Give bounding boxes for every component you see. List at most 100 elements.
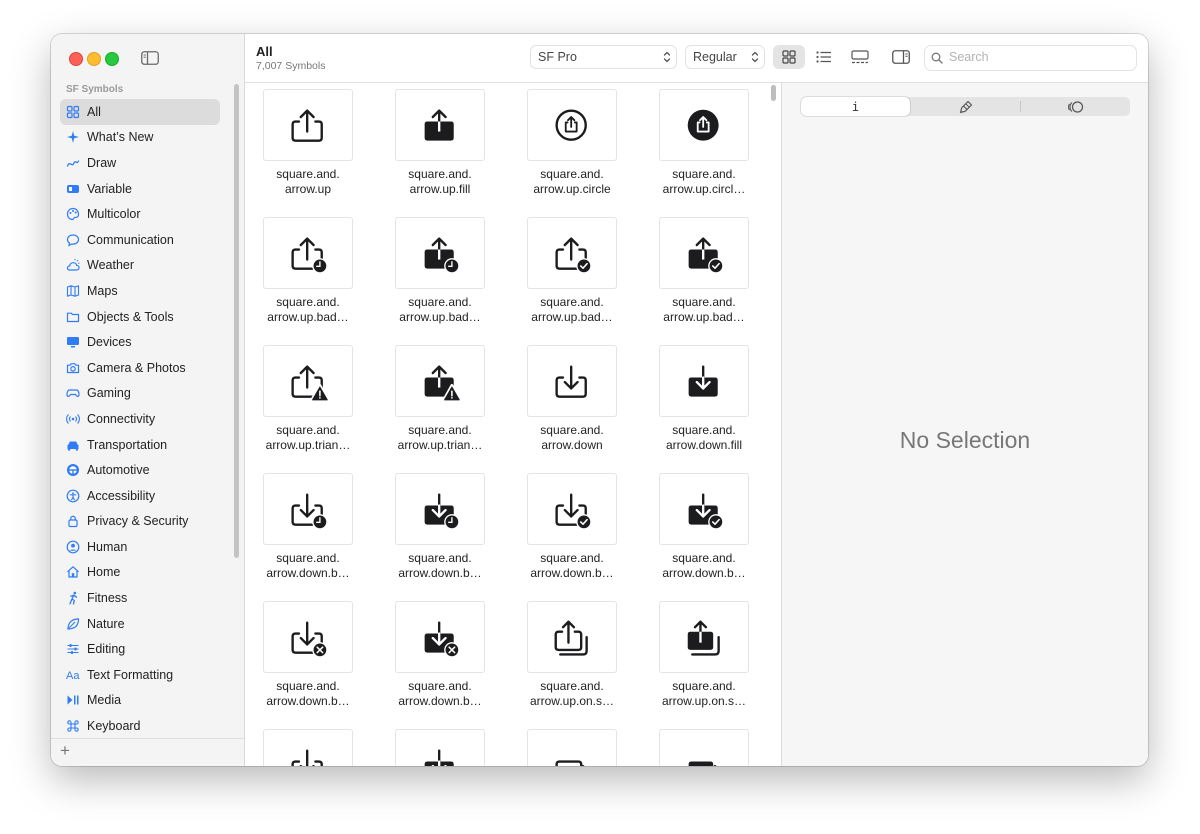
tab-rendering[interactable] — [911, 97, 1020, 116]
symbol-tile[interactable] — [527, 473, 617, 545]
symbol-tile[interactable] — [263, 601, 353, 673]
sidebar-item-transportation[interactable]: Transportation — [60, 432, 220, 458]
symbol-cell[interactable]: square.and. arrow.down.b… — [641, 467, 773, 595]
symbol-name-line1: square.and. — [540, 679, 604, 693]
font-popup[interactable]: SF Pro — [530, 45, 677, 69]
symbol-tile[interactable] — [395, 345, 485, 417]
sidebar-item-what-s-new[interactable]: What’s New — [60, 125, 220, 151]
symbol-tile[interactable] — [395, 601, 485, 673]
symbol-name-line1: square.and. — [672, 551, 736, 565]
symbol-name-line1: square.and. — [672, 679, 736, 693]
symbol-name-line1: square.and. — [276, 167, 340, 181]
symbol-glyph-icon — [291, 493, 328, 530]
sidebar-item-all[interactable]: All — [60, 99, 220, 125]
tab-info[interactable]: i — [801, 97, 910, 116]
symbol-tile[interactable] — [263, 473, 353, 545]
sidebar-item-camera-photos[interactable]: Camera & Photos — [60, 355, 220, 381]
search-input[interactable] — [947, 49, 1131, 65]
symbol-cell[interactable]: square.and. arrow.down.b… — [377, 467, 509, 595]
symbol-cell[interactable]: square.and. arrow.up.circl… — [641, 83, 773, 211]
tab-animation[interactable] — [1021, 97, 1130, 116]
sidebar-item-privacy-security[interactable]: Privacy & Security — [60, 509, 220, 535]
symbol-tile[interactable] — [263, 89, 353, 161]
symbol-tile[interactable] — [659, 217, 749, 289]
search-field[interactable] — [924, 45, 1137, 71]
symbol-tile[interactable] — [527, 345, 617, 417]
sidebar-item-draw[interactable]: Draw — [60, 150, 220, 176]
symbol-cell[interactable]: square.and. arrow.up.on.s… — [641, 595, 773, 723]
symbol-tile[interactable] — [527, 89, 617, 161]
gallery-view-button[interactable] — [844, 45, 876, 69]
symbol-cell[interactable]: square.and. arrow.down.b… — [245, 595, 377, 723]
minimize-window-button[interactable] — [87, 52, 101, 66]
sidebar-item-gaming[interactable]: Gaming — [60, 381, 220, 407]
sidebar-item-fitness[interactable]: Fitness — [60, 585, 220, 611]
symbol-cell[interactable]: square.and. arrow.up.bad… — [641, 211, 773, 339]
symbol-tile[interactable] — [659, 345, 749, 417]
symbol-cell[interactable]: square.and. arrow.up — [245, 83, 377, 211]
zoom-window-button[interactable] — [105, 52, 119, 66]
sidebar-item-editing[interactable]: Editing — [60, 636, 220, 662]
grid-view-button[interactable] — [773, 45, 805, 69]
sidebar-item-label: What’s New — [87, 130, 154, 145]
symbol-cell[interactable]: square.and. arrow.up.fill — [377, 83, 509, 211]
symbol-cell[interactable]: square.and. arrow.up.bad… — [245, 211, 377, 339]
sidebar-item-human[interactable]: Human — [60, 534, 220, 560]
symbol-tile[interactable] — [527, 601, 617, 673]
inspector-pane: i No Selection — [782, 83, 1148, 766]
symbol-tile[interactable] — [263, 345, 353, 417]
symbol-tile[interactable] — [395, 729, 485, 766]
weight-popup[interactable]: Regular — [685, 45, 765, 69]
sidebar-item-communication[interactable]: Communication — [60, 227, 220, 253]
svg-text:Aa: Aa — [66, 670, 80, 682]
symbol-cell[interactable]: square.and. arrow.up.on.s… — [509, 595, 641, 723]
sidebar-item-weather[interactable]: Weather — [60, 253, 220, 279]
symbol-tile[interactable] — [395, 89, 485, 161]
grid-scrollbar[interactable] — [771, 85, 776, 101]
symbol-cell[interactable] — [641, 723, 773, 766]
symbol-cell[interactable]: square.and. arrow.up.circle — [509, 83, 641, 211]
sidebar-item-keyboard[interactable]: Keyboard — [60, 713, 220, 739]
sidebar-scrollbar[interactable] — [234, 84, 239, 558]
symbol-cell[interactable] — [245, 723, 377, 766]
sidebar-item-text-formatting[interactable]: Aa Text Formatting — [60, 662, 220, 688]
symbol-cell[interactable] — [509, 723, 641, 766]
symbol-cell[interactable]: square.and. arrow.up.bad… — [377, 211, 509, 339]
sidebar-item-devices[interactable]: Devices — [60, 329, 220, 355]
symbol-cell[interactable] — [377, 723, 509, 766]
sidebar-item-nature[interactable]: Nature — [60, 611, 220, 637]
symbol-tile[interactable] — [659, 729, 749, 766]
sidebar-toggle-icon[interactable] — [141, 51, 159, 65]
symbol-tile[interactable] — [659, 89, 749, 161]
symbol-tile[interactable] — [659, 473, 749, 545]
symbol-cell[interactable]: square.and. arrow.down.b… — [509, 467, 641, 595]
symbol-cell[interactable]: square.and. arrow.down — [509, 339, 641, 467]
symbol-cell[interactable]: square.and. arrow.down.b… — [245, 467, 377, 595]
close-window-button[interactable] — [69, 52, 83, 66]
symbol-tile[interactable] — [263, 729, 353, 766]
symbol-tile[interactable] — [527, 217, 617, 289]
symbol-cell[interactable]: square.and. arrow.down.b… — [377, 595, 509, 723]
sidebar-item-connectivity[interactable]: Connectivity — [60, 406, 220, 432]
symbol-tile[interactable] — [527, 729, 617, 766]
symbol-cell[interactable]: square.and. arrow.up.trian… — [377, 339, 509, 467]
sidebar-item-media[interactable]: Media — [60, 688, 220, 714]
symbol-tile[interactable] — [395, 473, 485, 545]
symbol-tile[interactable] — [263, 217, 353, 289]
sidebar-item-accessibility[interactable]: Accessibility — [60, 483, 220, 509]
inspector-toggle-button[interactable] — [885, 45, 917, 69]
symbol-cell[interactable]: square.and. arrow.up.bad… — [509, 211, 641, 339]
sidebar-item-home[interactable]: Home — [60, 560, 220, 586]
sidebar-item-multicolor[interactable]: Multicolor — [60, 201, 220, 227]
symbol-tile[interactable] — [659, 601, 749, 673]
sidebar-item-maps[interactable]: Maps — [60, 278, 220, 304]
sidebar-item-objects-tools[interactable]: Objects & Tools — [60, 304, 220, 330]
symbol-cell[interactable]: square.and. arrow.up.trian… — [245, 339, 377, 467]
sidebar-item-variable[interactable]: Variable — [60, 176, 220, 202]
symbol-cell[interactable]: square.and. arrow.down.fill — [641, 339, 773, 467]
symbol-name-line1: square.and. — [540, 295, 604, 309]
add-collection-button[interactable]: + — [60, 741, 70, 761]
symbol-tile[interactable] — [395, 217, 485, 289]
list-view-button[interactable] — [808, 45, 840, 69]
sidebar-item-automotive[interactable]: Automotive — [60, 457, 220, 483]
